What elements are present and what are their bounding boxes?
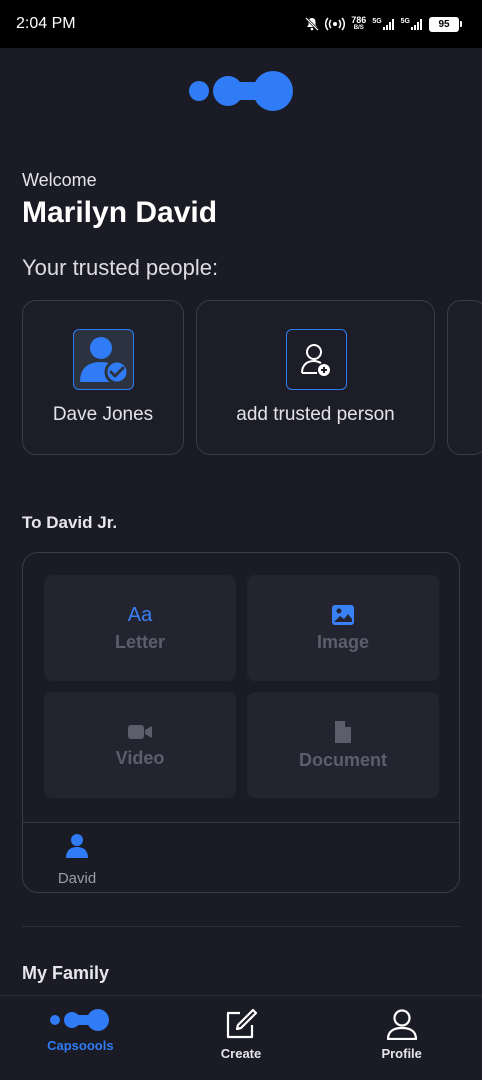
nav-label-profile: Profile (381, 1046, 422, 1061)
battery-indicator: 95 (429, 16, 462, 32)
video-tile[interactable]: Video (44, 692, 236, 798)
panel-divider (23, 822, 459, 823)
nav-label-capsoools: Capsoools (47, 1038, 114, 1053)
user-name: Marilyn David (22, 196, 218, 229)
status-bar: 2:04 PM 786 B/S 5G 5G 95 (0, 0, 482, 48)
recipient-chip[interactable]: David (51, 833, 103, 887)
capsule-logo-icon (50, 1009, 110, 1031)
add-trusted-person-card[interactable]: add trusted person (196, 300, 435, 455)
image-icon (332, 604, 354, 625)
video-camera-icon (128, 724, 152, 739)
trusted-person-card[interactable]: Dave Jones (22, 300, 184, 455)
net-speed: 786 B/S (351, 15, 367, 32)
document-tile[interactable]: Document (247, 692, 439, 798)
nav-capsoools[interactable]: Capsoools (0, 996, 161, 1080)
status-time: 2:04 PM (16, 15, 76, 32)
section-divider (22, 926, 460, 927)
capsule-title: To David Jr. (22, 513, 118, 532)
mute-bell-icon (305, 17, 320, 31)
trusted-person-name: Dave Jones (52, 404, 154, 425)
signal-bars-icon (411, 19, 422, 30)
document-icon (335, 720, 351, 743)
welcome-label: Welcome (22, 170, 97, 190)
status-icons: 786 B/S 5G 5G 95 (305, 16, 462, 32)
document-label: Document (298, 749, 387, 770)
letter-tile[interactable]: Aa Letter (44, 575, 236, 681)
recipient-name: David (57, 870, 97, 887)
family-title: My Family (22, 963, 110, 983)
nav-create[interactable]: Create (161, 996, 322, 1080)
add-trusted-person-label: add trusted person (236, 404, 395, 425)
capsule-panel: Aa Letter Image Video Document David (22, 552, 460, 893)
edit-icon (226, 1008, 258, 1039)
trusted-person-card-partial[interactable] (447, 300, 482, 455)
person-icon (66, 834, 88, 858)
signal-sim1: 5G (372, 18, 394, 30)
image-tile[interactable]: Image (247, 575, 439, 681)
trusted-people-title: Your trusted people: (22, 255, 219, 280)
battery-tip (460, 21, 462, 27)
signal-sim2: 5G (401, 18, 423, 30)
battery-level: 95 (429, 16, 459, 32)
capsule-logo-icon (189, 71, 293, 111)
letter-label: Letter (114, 631, 165, 652)
image-label: Image (316, 631, 370, 652)
add-user-icon (286, 329, 347, 390)
nav-label-create: Create (220, 1046, 262, 1061)
verified-user-icon (73, 329, 134, 390)
person-icon (386, 1009, 417, 1040)
bottom-nav: Capsoools Create Profile (0, 995, 482, 1080)
video-label: Video (115, 747, 165, 768)
signal-bars-icon (382, 19, 394, 30)
nav-profile[interactable]: Profile (321, 996, 482, 1080)
hotspot-icon (325, 17, 346, 31)
text-aa-icon: Aa (127, 603, 153, 626)
